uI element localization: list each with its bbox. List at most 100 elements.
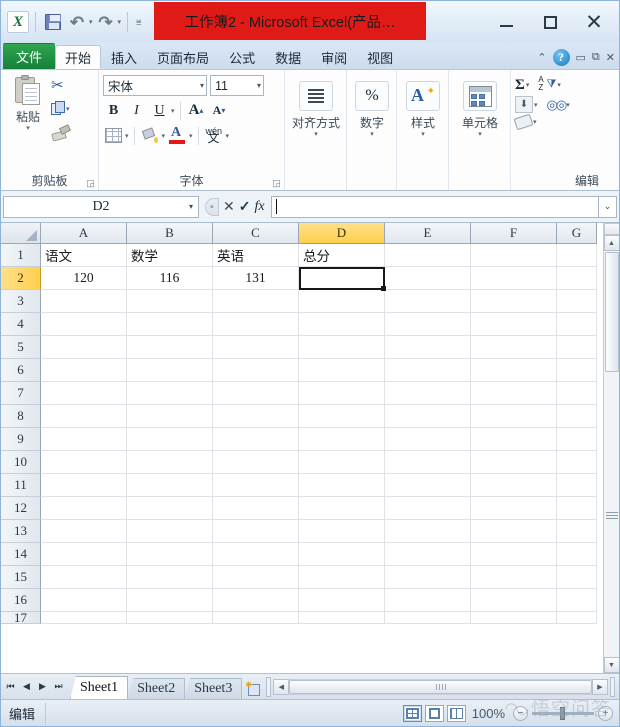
help-icon[interactable]: ? bbox=[552, 49, 570, 66]
borders-button[interactable] bbox=[103, 125, 124, 146]
font-name-dropdown-icon[interactable]: ▾ bbox=[196, 81, 204, 90]
fill-color-dropdown-icon[interactable]: ▾ bbox=[162, 132, 166, 140]
cell-b1[interactable]: 数学 bbox=[127, 244, 213, 267]
zoom-level[interactable]: 100% bbox=[472, 706, 513, 721]
cell-g16[interactable] bbox=[557, 589, 597, 612]
cell-d3[interactable] bbox=[299, 290, 385, 313]
cell-g11[interactable] bbox=[557, 474, 597, 497]
hsplit-handle[interactable] bbox=[610, 676, 615, 697]
phonetic-guide-button[interactable]: wén 文 bbox=[204, 125, 225, 146]
styles-button[interactable]: A ✦ 样式 ▾ bbox=[401, 73, 445, 139]
enter-formula-button[interactable]: ✓ bbox=[239, 198, 251, 215]
cell-b8[interactable] bbox=[127, 405, 213, 428]
last-sheet-button[interactable]: ⏭ bbox=[51, 678, 66, 696]
cell-f16[interactable] bbox=[471, 589, 557, 612]
font-dialog-launcher[interactable]: ◲ bbox=[272, 178, 281, 188]
phonetic-dropdown-icon[interactable]: ▾ bbox=[226, 132, 230, 140]
cell-d2[interactable] bbox=[299, 267, 386, 291]
underline-dropdown-icon[interactable]: ▾ bbox=[171, 107, 175, 115]
fill-dropdown-icon[interactable]: ▾ bbox=[534, 101, 538, 109]
prev-sheet-button[interactable]: ◀ bbox=[19, 678, 34, 696]
cell-a5[interactable] bbox=[41, 336, 127, 359]
row-header-8[interactable]: 8 bbox=[1, 405, 41, 428]
tab-formulas[interactable]: 公式 bbox=[219, 45, 265, 69]
cell-e17[interactable] bbox=[385, 612, 471, 624]
row-header-7[interactable]: 7 bbox=[1, 382, 41, 405]
row-header-11[interactable]: 11 bbox=[1, 474, 41, 497]
row-header-14[interactable]: 14 bbox=[1, 543, 41, 566]
font-size-input[interactable]: 11 ▾ bbox=[210, 75, 264, 96]
number-dropdown-icon[interactable]: ▾ bbox=[370, 131, 374, 139]
cell-b10[interactable] bbox=[127, 451, 213, 474]
cell-f12[interactable] bbox=[471, 497, 557, 520]
select-all-button[interactable] bbox=[1, 223, 41, 244]
restore-down-icon[interactable]: ▭ bbox=[576, 51, 586, 64]
cell-c9[interactable] bbox=[213, 428, 299, 451]
cell-g14[interactable] bbox=[557, 543, 597, 566]
cell-g3[interactable] bbox=[557, 290, 597, 313]
cell-f14[interactable] bbox=[471, 543, 557, 566]
cell-c3[interactable] bbox=[213, 290, 299, 313]
save-icon[interactable] bbox=[42, 11, 64, 33]
cell-c10[interactable] bbox=[213, 451, 299, 474]
cell-b13[interactable] bbox=[127, 520, 213, 543]
row-header-17[interactable]: 17 bbox=[1, 612, 41, 624]
cell-b15[interactable] bbox=[127, 566, 213, 589]
cell-b9[interactable] bbox=[127, 428, 213, 451]
tab-insert[interactable]: 插入 bbox=[101, 45, 147, 69]
cell-f6[interactable] bbox=[471, 359, 557, 382]
cell-a1[interactable]: 语文 bbox=[41, 244, 127, 267]
fill-handle[interactable] bbox=[381, 286, 386, 291]
cell-e7[interactable] bbox=[385, 382, 471, 405]
vertical-scrollbar[interactable]: ▲ ▼ bbox=[603, 223, 619, 673]
row-header-2[interactable]: 2 bbox=[1, 267, 41, 290]
format-painter-button[interactable] bbox=[51, 122, 70, 141]
cell-d8[interactable] bbox=[299, 405, 385, 428]
cell-c13[interactable] bbox=[213, 520, 299, 543]
cell-g15[interactable] bbox=[557, 566, 597, 589]
cell-a17[interactable] bbox=[41, 612, 127, 624]
cell-f11[interactable] bbox=[471, 474, 557, 497]
cell-d15[interactable] bbox=[299, 566, 385, 589]
row-header-5[interactable]: 5 bbox=[1, 336, 41, 359]
sort-filter-dropdown-icon[interactable]: ▾ bbox=[557, 81, 561, 89]
vertical-scroll-thumb[interactable] bbox=[604, 252, 619, 372]
formula-input[interactable] bbox=[270, 195, 598, 218]
tab-view[interactable]: 视图 bbox=[357, 45, 403, 69]
cell-d16[interactable] bbox=[299, 589, 385, 612]
cell-d5[interactable] bbox=[299, 336, 385, 359]
underline-button[interactable]: U bbox=[149, 100, 170, 121]
first-sheet-button[interactable]: ⏮ bbox=[3, 678, 18, 696]
cell-g13[interactable] bbox=[557, 520, 597, 543]
cell-d11[interactable] bbox=[299, 474, 385, 497]
cell-b3[interactable] bbox=[127, 290, 213, 313]
cell-a8[interactable] bbox=[41, 405, 127, 428]
cell-a16[interactable] bbox=[41, 589, 127, 612]
cell-b4[interactable] bbox=[127, 313, 213, 336]
redo-icon[interactable]: ↷ bbox=[95, 11, 117, 33]
find-dropdown-icon[interactable]: ▾ bbox=[566, 101, 570, 109]
cell-f9[interactable] bbox=[471, 428, 557, 451]
cell-f17[interactable] bbox=[471, 612, 557, 624]
column-header-c[interactable]: C bbox=[213, 223, 299, 244]
zoom-in-button[interactable]: + bbox=[598, 705, 613, 721]
cell-f1[interactable] bbox=[471, 244, 557, 267]
cell-g6[interactable] bbox=[557, 359, 597, 382]
cell-g2[interactable] bbox=[557, 267, 597, 290]
paste-dropdown-icon[interactable]: ▾ bbox=[26, 125, 30, 133]
find-select-button[interactable]: ◎◎ ▾ bbox=[547, 97, 570, 113]
cell-c2[interactable]: 131 bbox=[213, 267, 299, 290]
cell-c14[interactable] bbox=[213, 543, 299, 566]
split-handle-vertical[interactable] bbox=[603, 223, 619, 235]
cell-g12[interactable] bbox=[557, 497, 597, 520]
cell-g7[interactable] bbox=[557, 382, 597, 405]
row-header-3[interactable]: 3 bbox=[1, 290, 41, 313]
cell-b12[interactable] bbox=[127, 497, 213, 520]
cell-a2[interactable]: 120 bbox=[41, 267, 127, 290]
fill-color-button[interactable] bbox=[140, 125, 161, 146]
view-page-break-button[interactable] bbox=[446, 704, 466, 722]
fill-button[interactable]: ⬇ ▾ bbox=[515, 96, 538, 113]
cell-e12[interactable] bbox=[385, 497, 471, 520]
font-size-dropdown-icon[interactable]: ▾ bbox=[253, 81, 261, 90]
cell-c15[interactable] bbox=[213, 566, 299, 589]
